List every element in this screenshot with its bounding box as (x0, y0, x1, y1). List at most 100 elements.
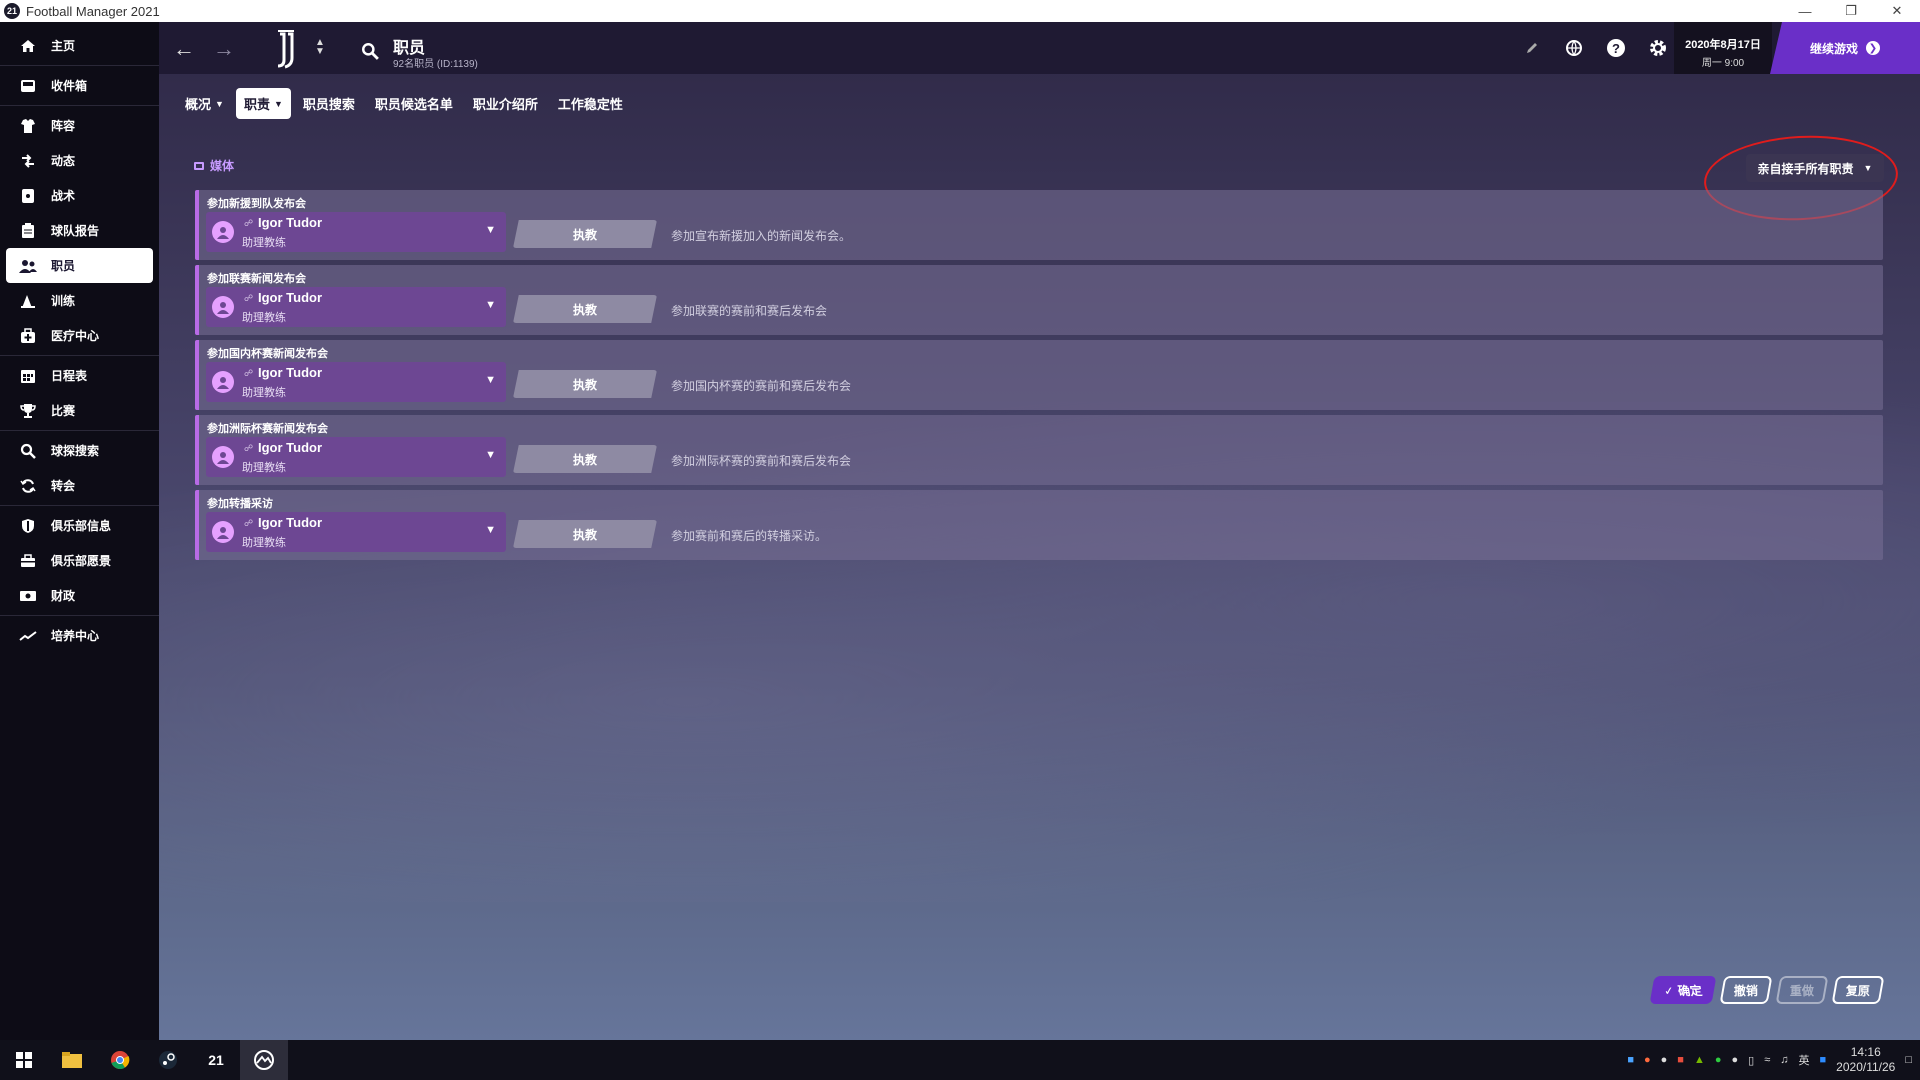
forward-arrow-icon[interactable]: → (213, 36, 235, 62)
tray-app-icon[interactable]: ● (1715, 1054, 1722, 1066)
game-date[interactable]: 2020年8月17日 周一 9:00 (1674, 22, 1772, 74)
divider (0, 105, 159, 106)
sidebar-item-dynamics[interactable]: 动态 (6, 143, 153, 178)
sidebar-item-transfers[interactable]: 转会 (6, 468, 153, 503)
divider (0, 355, 159, 356)
continue-button[interactable]: 继续游戏 ❯ (1770, 22, 1920, 74)
development-icon (18, 626, 38, 646)
execute-button[interactable]: 执教 (513, 295, 657, 323)
squad-icon (18, 116, 38, 136)
tab-label: 职员候选名单 (374, 97, 453, 112)
redo-label: 重做 (1789, 983, 1814, 998)
reset-button[interactable]: 复原 (1831, 976, 1885, 1004)
sidebar-item-home[interactable]: 主页 (6, 28, 153, 63)
tab-overview[interactable]: 概况 ▼ (177, 88, 232, 119)
tab-responsibilities[interactable]: 职责 ▼ (235, 88, 291, 119)
sidebar-item-label: 训练 (51, 294, 76, 308)
avatar (212, 446, 234, 468)
sidebar-item-label: 俱乐部愿景 (51, 554, 112, 568)
back-arrow-icon[interactable]: ← (173, 36, 195, 62)
undo-button[interactable]: 撤销 (1719, 976, 1773, 1004)
sidebar-item-staff[interactable]: 职员 (6, 248, 153, 283)
tab-job-security[interactable]: 工作稳定性 (550, 88, 631, 119)
staff-dropdown[interactable]: ☍ Igor Tudor 助理教练 ▼ (206, 512, 506, 552)
duty-description: 参加国内杯赛的赛前和赛后发布会 (671, 379, 852, 393)
execute-button[interactable]: 执教 (513, 520, 657, 548)
steam-icon[interactable] (144, 1040, 192, 1080)
sidebar-item-label: 俱乐部信息 (51, 519, 112, 533)
notification-icon[interactable]: □ (1905, 1054, 1912, 1066)
current-date: 2020年8月17日 (1685, 39, 1761, 51)
pencil-icon[interactable] (1520, 36, 1544, 60)
lock-icon: ☍ (244, 518, 254, 528)
close-button[interactable]: ✕ (1874, 0, 1920, 22)
window-title: Football Manager 2021 (26, 3, 160, 19)
divider (0, 505, 159, 506)
media-icon (194, 161, 204, 170)
globe-icon[interactable] (1562, 36, 1586, 60)
clock[interactable]: 14:16 2020/11/26 (1836, 1045, 1895, 1075)
duty-description: 参加赛前和赛后的转播采访。 (671, 529, 828, 543)
section-title: 媒体 (210, 159, 235, 173)
sidebar-item-club-info[interactable]: 俱乐部信息 (6, 508, 153, 543)
minimize-button[interactable]: — (1782, 0, 1828, 22)
staff-dropdown[interactable]: ☍ Igor Tudor 助理教练 ▼ (206, 212, 506, 252)
sidebar-item-club-vision[interactable]: 俱乐部愿景 (6, 543, 153, 578)
avatar (212, 221, 234, 243)
redo-button[interactable]: 重做 (1775, 976, 1829, 1004)
sidebar-item-tactics[interactable]: 战术 (6, 178, 153, 213)
restore-button[interactable]: ❐ (1828, 0, 1874, 22)
ime-indicator[interactable]: 英 (1799, 1052, 1810, 1068)
duty-title: 参加新援到队发布会 (207, 198, 306, 210)
sidebar-item-squad[interactable]: 阵容 (6, 108, 153, 143)
sidebar-item-finances[interactable]: 财政 (6, 578, 153, 613)
staff-dropdown[interactable]: ☍ Igor Tudor 助理教练 ▼ (206, 362, 506, 402)
divider (0, 430, 159, 431)
sidebar-item-inbox[interactable]: 收件箱 (6, 68, 153, 103)
sidebar-item-team-report[interactable]: 球队报告 (6, 213, 153, 248)
battery-icon[interactable]: ▯ (1748, 1054, 1754, 1067)
trophy-icon (18, 401, 38, 421)
club-switch-arrows-icon[interactable]: ▲ ▼ (315, 38, 325, 57)
windows-start-icon[interactable] (0, 1040, 48, 1080)
tab-job-centre[interactable]: 职业介绍所 (465, 88, 546, 119)
tray-app-icon[interactable]: ● (1732, 1054, 1739, 1066)
tray-app-icon[interactable]: ■ (1677, 1054, 1684, 1066)
fm-taskbar-label: 21 (208, 1052, 224, 1068)
report-icon (18, 221, 38, 241)
sidebar-item-development[interactable]: 培养中心 (6, 618, 153, 653)
duty-title: 参加转播采访 (207, 498, 273, 510)
sidebar-item-competitions[interactable]: 比赛 (6, 393, 153, 428)
file-explorer-icon[interactable] (48, 1040, 96, 1080)
search-icon[interactable] (361, 42, 379, 65)
club-crest-icon[interactable] (274, 30, 298, 70)
duty-description: 参加宣布新援加入的新闻发布会。 (671, 229, 852, 243)
tray-app-icon[interactable]: ■ (1820, 1054, 1827, 1066)
inbox-icon (18, 76, 38, 96)
sidebar-item-training[interactable]: 训练 (6, 283, 153, 318)
execute-button[interactable]: 执教 (513, 220, 657, 248)
tray-app-icon[interactable]: ■ (1627, 1054, 1634, 1066)
staff-dropdown[interactable]: ☍ Igor Tudor 助理教练 ▼ (206, 437, 506, 477)
confirm-button[interactable]: ✓ 确定 (1649, 976, 1717, 1004)
tab-staff-shortlist[interactable]: 职员候选名单 (367, 88, 461, 119)
help-icon[interactable]: ? (1604, 36, 1628, 60)
chrome-icon[interactable] (96, 1040, 144, 1080)
football-manager-taskbar-icon[interactable]: 21 (192, 1040, 240, 1080)
sidebar-item-schedule[interactable]: 日程表 (6, 358, 153, 393)
tab-staff-search[interactable]: 职员搜索 (295, 88, 363, 119)
staff-dropdown[interactable]: ☍ Igor Tudor 助理教练 ▼ (206, 287, 506, 327)
steam-tray-icon[interactable]: ● (1661, 1054, 1668, 1066)
sidebar-item-label: 球探搜索 (51, 444, 100, 458)
volume-icon[interactable]: ♫ (1780, 1054, 1788, 1066)
execute-button[interactable]: 执教 (513, 445, 657, 473)
fm-game-window-icon[interactable] (240, 1040, 288, 1080)
nvidia-icon[interactable]: ▲ (1694, 1054, 1705, 1066)
duty-description: 参加联赛的赛前和赛后发布会 (671, 304, 828, 318)
tray-app-icon[interactable]: ● (1644, 1054, 1651, 1066)
sidebar-item-scouting[interactable]: 球探搜索 (6, 433, 153, 468)
sidebar-item-medical[interactable]: 医疗中心 (6, 318, 153, 353)
gear-icon[interactable] (1646, 36, 1670, 60)
execute-button[interactable]: 执教 (513, 370, 657, 398)
wifi-icon[interactable]: ≈ (1764, 1054, 1770, 1066)
